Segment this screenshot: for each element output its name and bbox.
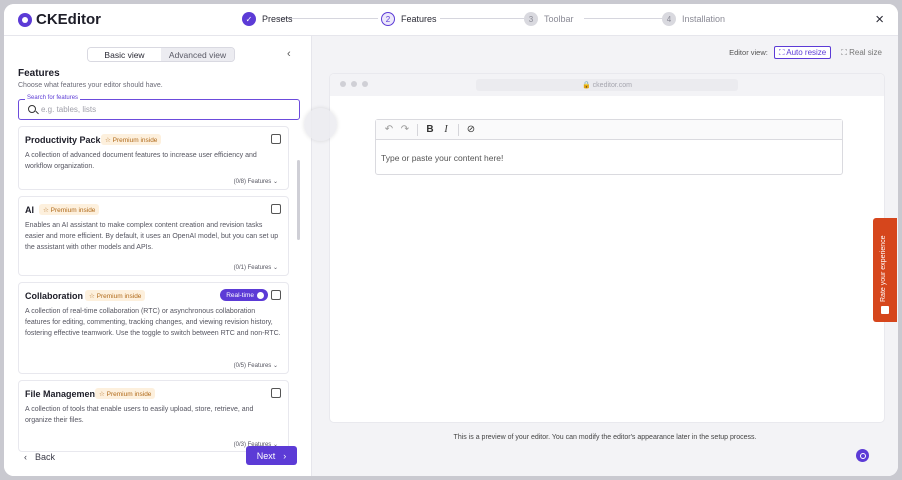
link-icon[interactable]: ⊘	[463, 122, 479, 138]
browser-bar: 🔒 ckeditor.com	[330, 74, 884, 96]
next-label: Next	[256, 450, 276, 461]
feature-checkbox[interactable]	[271, 388, 281, 398]
real-size-button[interactable]: ⛶ Real size	[837, 46, 886, 59]
editor-view-label: Editor view:	[729, 48, 768, 57]
advanced-view-button[interactable]: Advanced view	[161, 48, 234, 61]
bold-icon[interactable]: B	[422, 122, 438, 138]
cursor-highlight	[304, 108, 337, 141]
card-title: AI	[25, 205, 34, 215]
close-icon[interactable]: ×	[875, 11, 884, 28]
editor-view-switch: Editor view: ⛶ Auto resize ⛶ Real size	[729, 46, 886, 59]
step-toolbar[interactable]: 3 Toolbar	[524, 12, 574, 26]
step-connector	[584, 18, 666, 19]
italic-icon[interactable]: I	[438, 122, 454, 138]
card-title: Collaboration	[25, 291, 83, 301]
chevron-right-icon: ›	[283, 450, 287, 461]
card-description: A collection of real-time collaboration …	[25, 308, 281, 337]
premium-badge: ☆ Premium inside	[95, 388, 156, 399]
features-expand[interactable]: (0/8) Features ⌄	[234, 178, 278, 185]
toolbar-separator	[417, 123, 418, 136]
editor-placeholder[interactable]: Type or paste your content here!	[381, 153, 503, 163]
step-connector	[440, 18, 524, 19]
step-connector	[278, 18, 378, 19]
logo-text: CKEditor	[36, 11, 101, 28]
collapse-panel-icon[interactable]: ‹	[287, 48, 291, 60]
feature-list: Productivity Pack ☆ Premium inside A col…	[18, 126, 304, 452]
search-icon	[28, 105, 36, 113]
check-icon: ✓	[242, 12, 256, 26]
basic-view-button[interactable]: Basic view	[88, 48, 161, 61]
premium-badge: ☆ Premium inside	[101, 134, 162, 145]
wizard-footer: ‹ Back Next ›	[4, 440, 312, 476]
address-bar: 🔒 ckeditor.com	[476, 79, 738, 91]
ckeditor-logo-icon	[18, 12, 32, 27]
step-label: Features	[401, 14, 437, 24]
search-label: Search for features	[25, 95, 81, 101]
toggle-knob	[257, 291, 264, 299]
feature-card-productivity-pack[interactable]: Productivity Pack ☆ Premium inside A col…	[18, 126, 289, 190]
realtime-toggle-label: Real-time	[226, 291, 254, 299]
panel-title: Features	[18, 68, 60, 79]
feature-card-collaboration[interactable]: Collaboration ☆ Premium inside Real-time…	[18, 282, 289, 374]
premium-badge: ☆ Premium inside	[85, 290, 146, 301]
card-description: A collection of tools that enable users …	[25, 406, 254, 424]
card-title: Productivity Pack	[25, 135, 101, 145]
preview-panel: Editor view: ⛶ Auto resize ⛶ Real size 🔒…	[312, 36, 898, 476]
feature-checkbox[interactable]	[271, 290, 281, 300]
search-box: Search for features	[18, 95, 300, 120]
toolbar-separator	[458, 123, 459, 136]
features-expand[interactable]: (0/1) Features ⌄	[234, 264, 278, 271]
realtime-toggle[interactable]: Real-time	[220, 289, 268, 301]
editor-toolbar: ↶ ↷ B I ⊘	[376, 120, 842, 140]
back-button[interactable]: ‹ Back	[24, 452, 55, 462]
app-window: CKEditor ✓ Presets 2 Features 3 Toolbar …	[4, 4, 898, 476]
view-toggle: Basic view Advanced view	[87, 47, 235, 62]
rate-experience-tab[interactable]: Rate your experience	[873, 218, 897, 322]
step-label: Toolbar	[544, 14, 574, 24]
card-description: A collection of advanced document featur…	[25, 152, 257, 170]
preview-note: This is a preview of your editor. You ca…	[453, 434, 757, 441]
card-title: File Management	[25, 389, 99, 399]
step-number: 4	[662, 12, 676, 26]
redo-icon[interactable]: ↷	[397, 122, 413, 138]
panel-subtitle: Choose what features your editor should …	[18, 82, 163, 89]
premium-badge: ☆ Premium inside	[39, 204, 100, 215]
next-button[interactable]: Next ›	[246, 446, 297, 465]
step-label: Installation	[682, 14, 726, 24]
back-label: Back	[35, 452, 56, 462]
step-number: 2	[381, 12, 395, 26]
undo-icon[interactable]: ↶	[381, 122, 397, 138]
step-installation[interactable]: 4 Installation	[662, 12, 725, 26]
feature-checkbox[interactable]	[271, 204, 281, 214]
settings-icon[interactable]	[856, 449, 869, 462]
step-presets[interactable]: ✓ Presets	[242, 12, 293, 26]
logo: CKEditor	[18, 11, 101, 28]
step-number: 3	[524, 12, 538, 26]
rate-label: Rate your experience	[880, 235, 887, 302]
editor-preview[interactable]: ↶ ↷ B I ⊘ Type or paste your content her…	[375, 119, 843, 175]
top-bar: CKEditor ✓ Presets 2 Features 3 Toolbar …	[4, 4, 898, 36]
chevron-left-icon: ‹	[24, 452, 27, 462]
features-expand[interactable]: (0/5) Features ⌄	[234, 362, 278, 369]
browser-mockup: 🔒 ckeditor.com ↶ ↷ B I ⊘ Type or paste y…	[330, 74, 884, 422]
step-features[interactable]: 2 Features	[381, 12, 437, 26]
list-scrollbar[interactable]	[297, 160, 300, 240]
card-description: Enables an AI assistant to make complex …	[25, 222, 279, 251]
step-label: Presets	[262, 14, 293, 24]
window-dots	[340, 81, 368, 87]
auto-resize-button[interactable]: ⛶ Auto resize	[773, 46, 832, 59]
feature-checkbox[interactable]	[271, 134, 281, 144]
feature-card-ai[interactable]: AI ☆ Premium inside Enables an AI assist…	[18, 196, 289, 276]
feedback-icon	[881, 306, 889, 314]
search-input[interactable]	[41, 102, 291, 116]
features-panel: Basic view Advanced view ‹ Features Choo…	[4, 36, 312, 476]
